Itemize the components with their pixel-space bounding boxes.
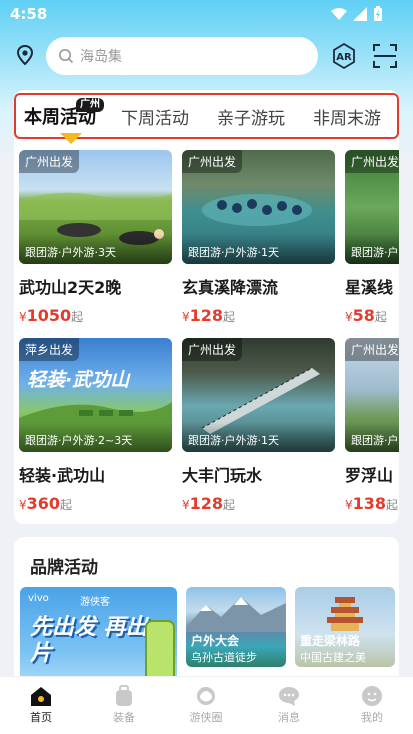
activity-name: 星溪线 [345, 278, 394, 297]
brand-card-subtitle: 乌孙古道徒步 [191, 651, 257, 664]
signal-icon [353, 7, 367, 21]
activity-name: 罗浮山 [345, 466, 394, 485]
activity-name: 轻装·武功山 [19, 466, 106, 485]
brand-card-title: 重走梁林路 [300, 634, 361, 648]
backpack-icon [116, 685, 132, 706]
message-icon [279, 687, 299, 706]
activity-name: 武功山2天2晚 [19, 278, 122, 297]
activity-image: 轻装·武功山 萍乡出发 跟团游·户外游·2~3天 [19, 338, 172, 452]
activity-price: ¥128起 [182, 494, 236, 513]
activity-price: ¥360起 [19, 494, 73, 513]
nav-label: 消息 [278, 711, 300, 724]
activity-card: 本周活动 广州 下周活动 亲子游玩 非周末游 广州出发 跟团游·户外游·3天 武… [14, 90, 399, 524]
search-icon [59, 49, 74, 64]
activity-image: 广州出发 跟团游·户外游·3天 [19, 150, 172, 264]
tab-this-week[interactable]: 本周活动 广州 [24, 98, 104, 144]
overlay-title: 轻装·武功山 [27, 369, 131, 391]
vivo-logo: vivo [28, 593, 49, 604]
activity-image: 广州出发 跟团游·户外游·1天 [182, 150, 335, 264]
nav-gear[interactable]: 装备 [94, 685, 154, 725]
partner-logo: 游侠客 [80, 597, 110, 608]
search-placeholder: 海岛集 [80, 49, 122, 65]
tab-family[interactable]: 亲子游玩 [217, 104, 285, 129]
brand-card-subtitle: 中国古建之美 [300, 651, 366, 664]
activity-category: 跟团游·户外游·3天 [19, 234, 172, 264]
section-title: 品牌活动 [30, 558, 98, 578]
city-badge: 广州 [76, 98, 104, 112]
activity-item[interactable]: 广州出发 跟团游·户 罗浮山 ¥138起 [345, 338, 399, 513]
activity-image: 广州出发 跟团游·户 [345, 338, 399, 452]
origin-badge: 广州出发 [345, 150, 399, 173]
activity-price: ¥58起 [345, 306, 387, 325]
activity-category: 跟团游·户外游·2~3天 [19, 422, 172, 452]
activity-item[interactable]: 广州出发 跟团游·户外游·3天 武功山2天2晚 ¥1050起 [19, 150, 172, 325]
nav-messages[interactable]: 消息 [259, 685, 319, 725]
activity-category: 跟团游·户外游·1天 [182, 234, 335, 264]
ar-icon[interactable]: AR [330, 42, 358, 70]
top-bar: 海岛集 AR [0, 34, 413, 78]
search-input[interactable]: 海岛集 [46, 37, 318, 75]
circle-community-icon [197, 687, 215, 705]
bottom-nav: 首页 装备 游侠圈 消息 我的 [0, 676, 413, 734]
svg-text:AR: AR [336, 52, 352, 63]
origin-badge: 广州出发 [182, 338, 243, 361]
origin-badge: 广州出发 [19, 150, 80, 173]
nav-home[interactable]: 首页 [11, 685, 71, 725]
origin-badge: 萍乡出发 [19, 338, 80, 361]
scan-icon[interactable] [372, 43, 398, 69]
activity-category: 跟团游·户 [345, 234, 399, 264]
brand-card-architecture[interactable]: 重走梁林路 中国古建之美 [295, 587, 395, 667]
nav-profile[interactable]: 我的 [342, 685, 402, 725]
nav-label: 装备 [113, 711, 135, 724]
activity-image: 广州出发 跟团游·户 [345, 150, 399, 264]
activity-item[interactable]: 广州出发 跟团游·户外游·1天 玄真溪降漂流 ¥128起 [182, 150, 335, 325]
activity-category: 跟团游·户 [345, 422, 399, 452]
activity-tabs: 本周活动 广州 下周活动 亲子游玩 非周末游 [14, 93, 399, 144]
activity-price: ¥1050起 [19, 306, 84, 325]
tab-next-week[interactable]: 下周活动 [121, 104, 189, 129]
nav-label: 首页 [30, 711, 52, 724]
status-time: 4:58 [10, 5, 48, 23]
activity-name: 玄真溪降漂流 [182, 278, 279, 297]
nav-community[interactable]: 游侠圈 [176, 685, 236, 725]
brand-card-outdoor[interactable]: 户外大会 乌孙古道徒步 [186, 587, 286, 667]
origin-badge: 广州出发 [182, 150, 243, 173]
brand-art-text: 先出发 再出片 [30, 615, 148, 666]
activity-name: 大丰门玩水 [182, 466, 263, 485]
activity-image: 广州出发 跟团游·户外游·1天 [182, 338, 335, 452]
tab-weekday[interactable]: 非周末游 [313, 104, 381, 129]
activity-item[interactable]: 广州出发 跟团游·户外游·1天 大丰门玩水 ¥128起 [182, 338, 335, 513]
activity-item[interactable]: 轻装·武功山 萍乡出发 跟团游·户外游·2~3天 轻装·武功山 ¥360起 [19, 338, 172, 513]
activity-price: ¥128起 [182, 306, 236, 325]
activity-price: ¥138起 [345, 494, 399, 513]
profile-icon [362, 686, 382, 706]
nav-label: 游侠圈 [189, 711, 223, 724]
active-tab-indicator [60, 133, 82, 144]
brand-card-title: 户外大会 [191, 634, 240, 648]
activity-category: 跟团游·户外游·1天 [182, 422, 335, 452]
brand-section: 品牌活动 vivo 游侠客 先出发 再出片 户外大会 乌孙古道徒步 重走梁林路 … [14, 537, 399, 697]
status-icons [331, 6, 383, 22]
nav-label: 我的 [361, 711, 383, 724]
status-bar: 4:58 [0, 0, 413, 30]
battery-icon [374, 6, 382, 21]
wifi-icon [331, 8, 347, 20]
origin-badge: 广州出发 [345, 338, 399, 361]
location-icon[interactable] [14, 44, 36, 66]
home-icon [31, 687, 51, 706]
activity-item[interactable]: 广州出发 跟团游·户 星溪线 ¥58起 [345, 150, 399, 325]
activity-grid: 广州出发 跟团游·户外游·3天 武功山2天2晚 ¥1050起 广州出发 跟团游·… [19, 150, 399, 520]
